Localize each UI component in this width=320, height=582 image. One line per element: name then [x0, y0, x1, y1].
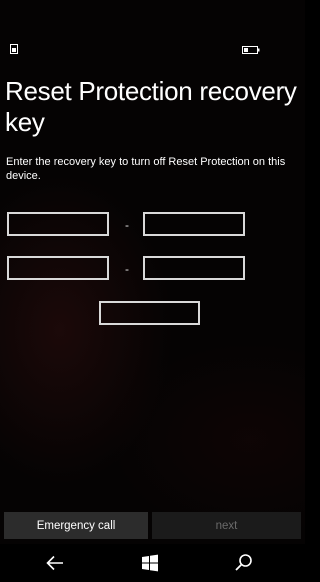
emergency-call-button[interactable]: Emergency call: [4, 512, 148, 539]
recovery-key-field-2[interactable]: [143, 212, 245, 236]
back-arrow-icon[interactable]: [43, 552, 67, 574]
navigation-bar: [0, 544, 305, 582]
recovery-key-field-3[interactable]: [7, 256, 109, 280]
recovery-key-field-4[interactable]: [143, 256, 245, 280]
recovery-key-field-1[interactable]: [7, 212, 109, 236]
search-icon[interactable]: [232, 552, 256, 574]
status-bar: [0, 0, 305, 60]
key-separator: -: [125, 262, 129, 276]
recovery-key-field-5[interactable]: [99, 301, 200, 325]
battery-icon: [242, 46, 260, 54]
key-separator: -: [125, 218, 129, 232]
reset-protection-screen: Reset Protection recovery key Enter the …: [0, 0, 305, 582]
instructions-text: Enter the recovery key to turn off Reset…: [6, 156, 286, 182]
windows-logo-icon[interactable]: [138, 552, 162, 574]
page-title: Reset Protection recovery key: [5, 76, 297, 137]
next-button[interactable]: next: [152, 512, 301, 539]
notification-icon: [10, 44, 18, 54]
